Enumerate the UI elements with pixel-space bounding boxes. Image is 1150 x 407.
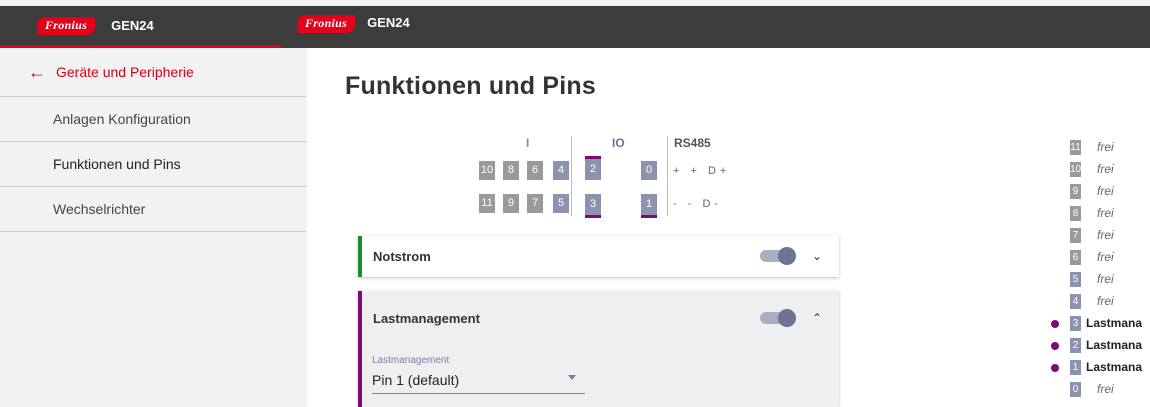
pin-number: 6 [1070, 250, 1081, 265]
pin-status: Lastmana [1086, 338, 1143, 352]
list-item: 11 frei [1070, 138, 1150, 160]
sidebar-item-wechselrichter[interactable]: Wechselrichter [0, 187, 307, 232]
chevron-up-icon[interactable]: ⌃ [812, 311, 822, 325]
pin-number: 7 [1070, 228, 1081, 243]
toggle-knob [778, 247, 796, 265]
pin-3[interactable]: 3 [585, 194, 601, 218]
pin-number: 4 [1070, 294, 1081, 309]
pin-11[interactable]: 11 [479, 194, 495, 213]
list-item: 9 frei [1070, 182, 1150, 204]
pin-4[interactable]: 4 [553, 161, 569, 180]
assigned-dot-icon [1051, 364, 1059, 372]
pin-header-io: IO [612, 136, 625, 150]
list-item: 10 frei [1070, 160, 1150, 182]
pin-separator [571, 136, 572, 216]
pin-number: 5 [1070, 272, 1081, 287]
sidebar-item-label: Funktionen und Pins [53, 156, 181, 172]
fronius-logo: Fronius [37, 16, 96, 35]
dropdown-caret-icon[interactable] [568, 375, 576, 380]
back-label: Geräte und Peripherie [56, 64, 194, 80]
pin-status: frei [1097, 206, 1114, 220]
pin-status: frei [1097, 382, 1114, 396]
pin-number: 2 [1070, 338, 1081, 353]
sidebar-item-funktionen-und-pins[interactable]: Funktionen und Pins [0, 142, 307, 187]
sidebar: ← Geräte und Peripherie Anlagen Konfigur… [0, 48, 307, 407]
pin-number: 9 [1070, 184, 1081, 199]
pin-separator [667, 136, 668, 216]
select-underline [372, 393, 585, 394]
pin-status: frei [1097, 184, 1114, 198]
lastmanagement-select[interactable]: Pin 1 (default) [372, 372, 459, 388]
sidebar-header: Fronius GEN24 [0, 6, 307, 48]
pin-number: 10 [1070, 162, 1082, 177]
pin-number: 11 [1070, 140, 1081, 155]
list-item: 6 frei [1070, 248, 1150, 270]
pin-number: 8 [1070, 206, 1081, 221]
toggle-knob [778, 309, 796, 327]
notstrom-title: Notstrom [373, 249, 431, 264]
fronius-logo: Fronius [297, 15, 356, 33]
pin-header-rs485: RS485 [674, 136, 711, 150]
list-item: 8 frei [1070, 204, 1150, 226]
lastmanagement-toggle[interactable] [760, 309, 796, 327]
pin-number: 0 [1070, 382, 1081, 397]
list-item: 3 Lastmana [1051, 314, 1150, 336]
chevron-down-icon[interactable]: ⌄ [812, 249, 822, 263]
pin-status: frei [1097, 140, 1114, 154]
assigned-dot-icon [1051, 320, 1059, 328]
rs485-bottom-labels: - - D- [673, 198, 723, 210]
assigned-dot-icon [1051, 342, 1059, 350]
sidebar-item-label: Wechselrichter [53, 201, 146, 217]
pin-1[interactable]: 1 [641, 194, 657, 218]
lastmanagement-title: Lastmanagement [373, 311, 480, 326]
rs485-top-labels: + + D+ [673, 165, 731, 177]
list-item: 1 Lastmana [1051, 358, 1150, 380]
main-content: Funktionen und Pins I IO RS485 10 8 6 4 … [307, 48, 1150, 407]
notstrom-toggle[interactable] [760, 247, 796, 265]
pin-status: Lastmana [1086, 360, 1143, 374]
list-item: 7 frei [1070, 226, 1150, 248]
pin-number: 3 [1070, 316, 1081, 331]
notstrom-card[interactable]: Notstrom ⌄ [358, 236, 839, 277]
page-title: Funktionen und Pins [345, 72, 597, 100]
sidebar-item-anlagen-konfiguration[interactable]: Anlagen Konfiguration [0, 97, 307, 142]
product-name: GEN24 [111, 18, 154, 33]
product-name: GEN24 [367, 15, 410, 30]
pin-0[interactable]: 0 [641, 161, 657, 180]
pin-status: frei [1097, 162, 1114, 176]
app-header: Fronius GEN24 [281, 6, 1150, 48]
pin-status: frei [1097, 272, 1114, 286]
pin-status: frei [1097, 294, 1114, 308]
sidebar-item-label: Anlagen Konfiguration [53, 111, 191, 127]
pin-header-i: I [526, 136, 530, 150]
pin-10[interactable]: 10 [479, 161, 495, 180]
back-link[interactable]: ← Geräte und Peripherie [0, 48, 307, 97]
pin-status: frei [1097, 228, 1114, 242]
pin-status: Lastmana [1086, 316, 1143, 330]
pin-status: frei [1097, 250, 1114, 264]
arrow-left-icon: ← [28, 62, 46, 82]
pin-8[interactable]: 8 [503, 161, 519, 180]
list-item: 2 Lastmana [1051, 336, 1150, 358]
pin-9[interactable]: 9 [503, 194, 519, 213]
pin-5[interactable]: 5 [553, 194, 569, 213]
list-item: 4 frei [1070, 292, 1150, 314]
pin-number: 1 [1070, 360, 1081, 375]
list-item: 0 frei [1070, 380, 1150, 402]
pin-2[interactable]: 2 [585, 156, 601, 180]
lastmanagement-field-label: Lastmanagement [372, 355, 450, 366]
list-item: 5 frei [1070, 270, 1150, 292]
pin-6[interactable]: 6 [527, 161, 543, 180]
lastmanagement-card: Lastmanagement ⌃ Lastmanagement Pin 1 (d… [358, 291, 839, 407]
pin-7[interactable]: 7 [527, 194, 543, 213]
